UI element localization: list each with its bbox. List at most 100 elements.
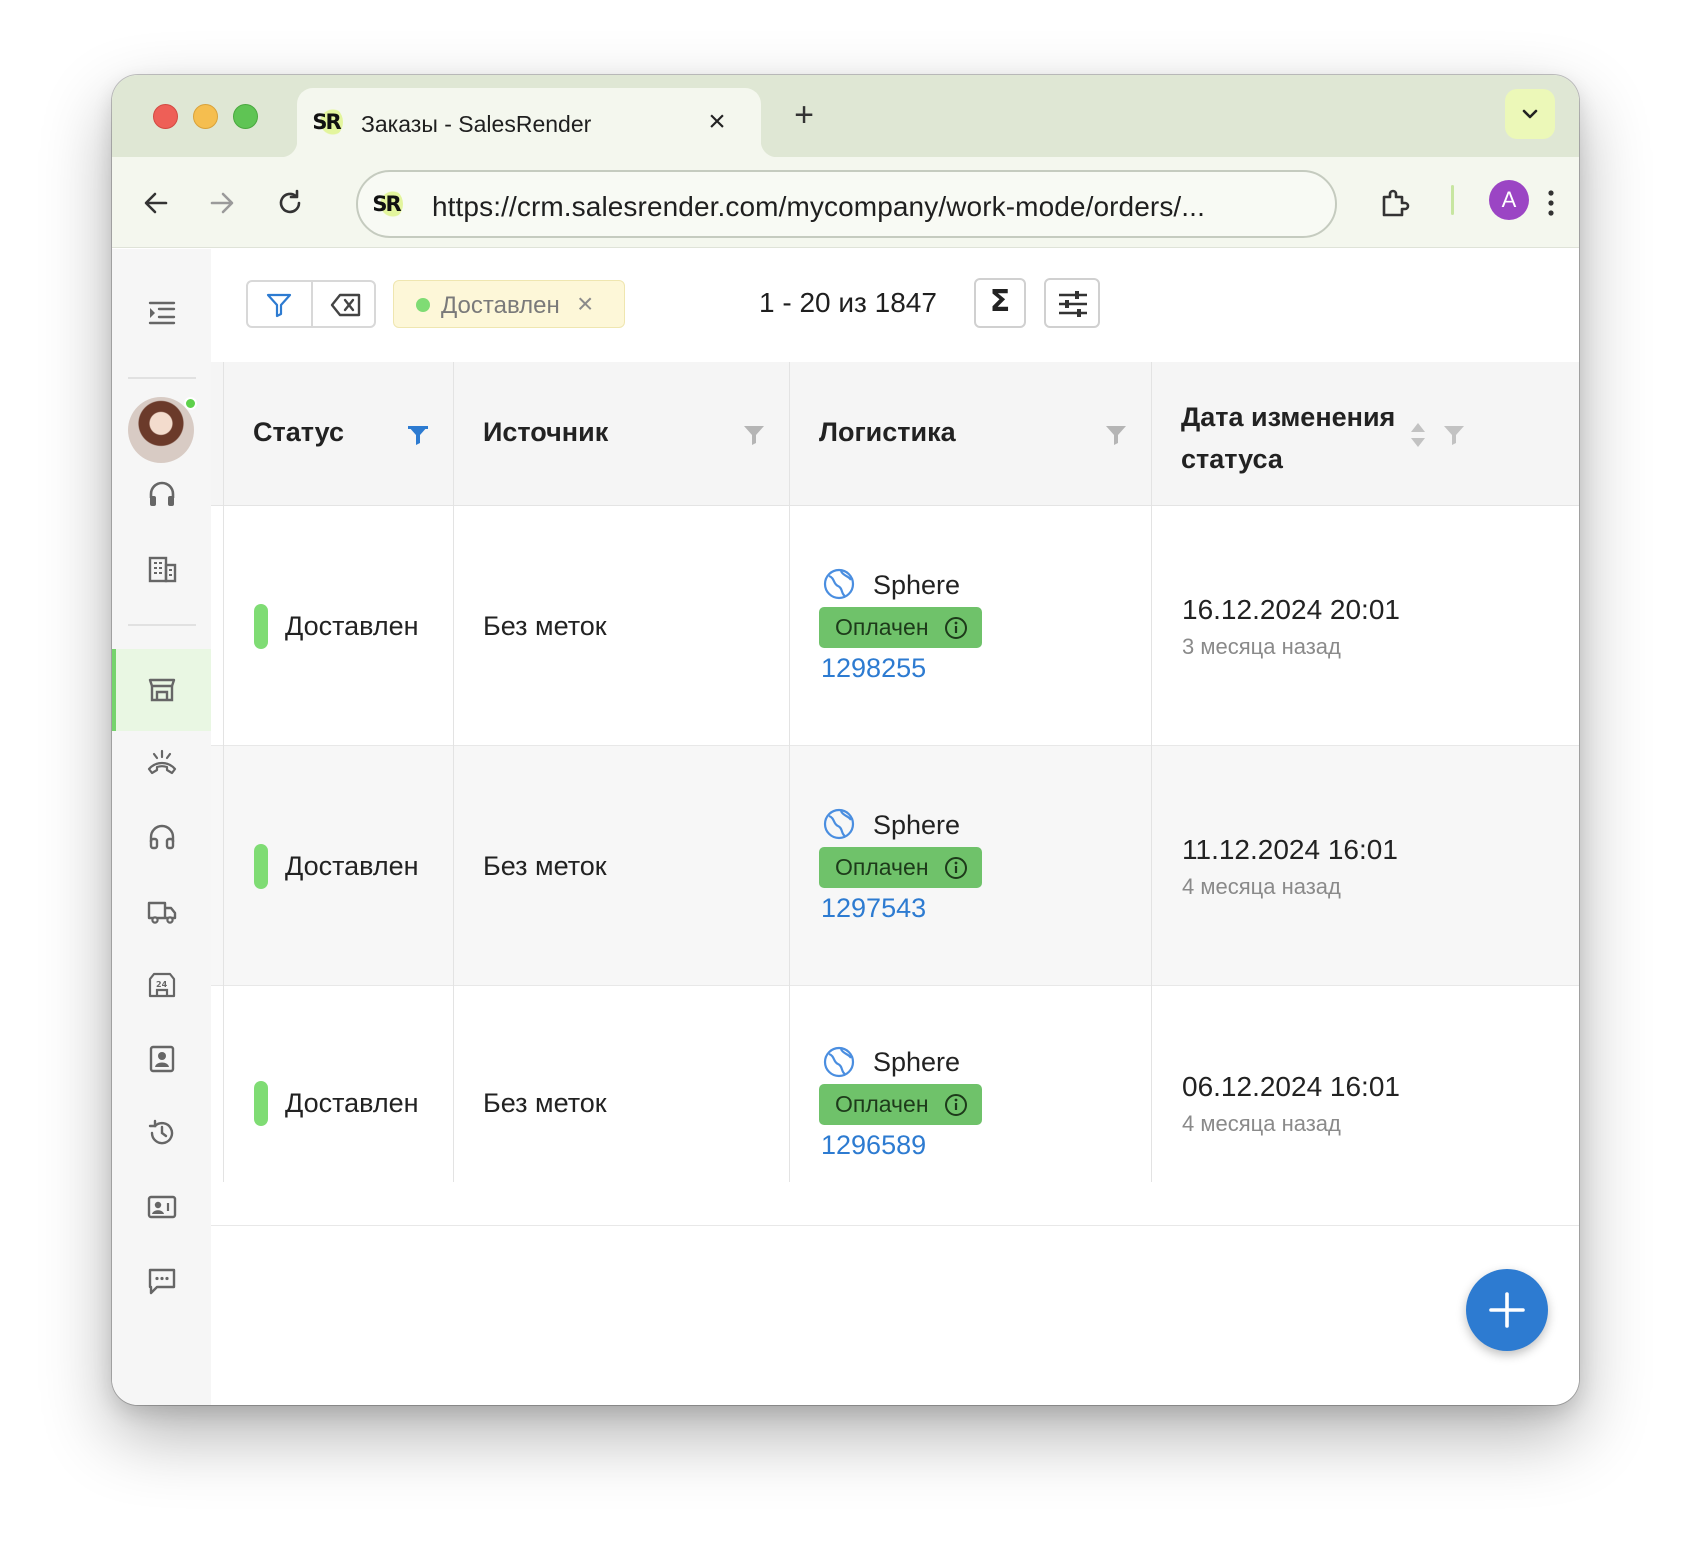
url-text[interactable]: https://crm.salesrender.com/mycompany/wo… xyxy=(432,191,1205,223)
tab-search-button[interactable] xyxy=(1505,89,1555,139)
logistics-name: Sphere xyxy=(873,570,961,600)
site-logo-icon: SR xyxy=(369,187,403,221)
minimize-window-button[interactable] xyxy=(193,104,218,129)
close-icon[interactable]: × xyxy=(577,288,593,320)
order-number-link[interactable]: 1296589 xyxy=(821,1130,926,1161)
close-window-button[interactable] xyxy=(153,104,178,129)
sidebar-item-support[interactable] xyxy=(137,470,187,520)
menu-toggle-button[interactable] xyxy=(137,288,187,338)
sphere-logo-icon xyxy=(823,1046,855,1078)
column-source[interactable]: Источник xyxy=(453,362,789,506)
sidebar-item-contacts[interactable] xyxy=(137,1034,187,1084)
status-dot xyxy=(416,298,430,312)
filter-icon[interactable] xyxy=(1105,424,1127,446)
address-bar[interactable]: SR https://crm.salesrender.com/mycompany… xyxy=(356,170,1337,238)
status-indicator xyxy=(254,604,268,649)
payment-status-label: Оплачен xyxy=(835,1091,929,1117)
add-order-button[interactable] xyxy=(1466,1269,1548,1351)
payment-status-badge: Оплачен xyxy=(819,1084,982,1125)
column-divider xyxy=(1151,362,1152,1182)
table-row[interactable]: Доставлен Без меток Sphere Оплачен 12982… xyxy=(211,506,1579,746)
sidebar-divider xyxy=(128,377,196,379)
profile-avatar[interactable]: A xyxy=(1489,180,1529,220)
extension-icon xyxy=(1382,189,1410,217)
clear-filters-button[interactable] xyxy=(313,282,376,326)
sidebar-item-24h-store[interactable]: 24 xyxy=(137,960,187,1010)
forward-button[interactable] xyxy=(197,178,247,228)
menu-indent-icon xyxy=(148,301,176,325)
extensions-button[interactable] xyxy=(1368,178,1418,228)
backspace-icon xyxy=(330,293,361,317)
table-row[interactable]: Доставлен Без меток Sphere Оплачен 12965… xyxy=(211,986,1579,1226)
info-icon[interactable] xyxy=(944,616,968,640)
sphere-logo-icon xyxy=(823,568,855,600)
payment-status-label: Оплачен xyxy=(835,614,929,640)
payment-status-badge: Оплачен xyxy=(819,847,982,888)
source-cell: Без меток xyxy=(483,851,607,881)
sidebar-item-chat[interactable] xyxy=(137,1256,187,1306)
browser-window: SR Заказы - SalesRender × + SR https://c… xyxy=(112,75,1579,1405)
open-filters-button[interactable] xyxy=(248,282,311,326)
column-divider xyxy=(223,362,224,1182)
payment-status-badge: Оплачен xyxy=(819,607,982,648)
forward-icon xyxy=(210,192,234,214)
contact-phone-icon xyxy=(147,1195,177,1219)
column-logistics[interactable]: Логистика xyxy=(789,362,1151,506)
toolbar-divider xyxy=(1451,185,1454,215)
payment-status-label: Оплачен xyxy=(835,854,929,880)
column-title: Дата изменения статуса xyxy=(1181,402,1396,474)
filter-active-icon[interactable] xyxy=(407,424,429,446)
close-icon[interactable]: × xyxy=(697,102,737,142)
svg-text:24: 24 xyxy=(156,980,168,989)
sort-icon[interactable] xyxy=(1409,421,1427,449)
sidebar-item-companies[interactable] xyxy=(137,544,187,594)
sidebar-item-calls[interactable] xyxy=(137,738,187,788)
plus-icon[interactable]: + xyxy=(784,95,824,135)
browser-menu-button[interactable] xyxy=(1526,178,1576,228)
browser-toolbar: SR https://crm.salesrender.com/mycompany… xyxy=(112,157,1579,248)
status-cell: Доставлен xyxy=(285,851,419,881)
column-status-date[interactable]: Дата изменения статуса xyxy=(1151,362,1579,506)
status-cell: Доставлен xyxy=(285,1088,419,1118)
column-status[interactable]: Статус xyxy=(223,362,453,506)
status-date: 16.12.2024 20:01 xyxy=(1182,594,1400,625)
active-filter-chip[interactable]: Доставлен × xyxy=(393,280,625,328)
salesrender-logo-icon: SR xyxy=(309,105,343,139)
source-cell: Без меток xyxy=(483,1088,607,1118)
reload-button[interactable] xyxy=(265,178,315,228)
sidebar-item-history[interactable] xyxy=(137,1108,187,1158)
sidebar-item-delivery[interactable] xyxy=(137,886,187,936)
online-status-dot xyxy=(184,397,197,410)
logistics-name: Sphere xyxy=(873,1047,961,1077)
filter-icon[interactable] xyxy=(743,424,765,446)
filter-icon[interactable] xyxy=(1443,424,1465,446)
back-icon xyxy=(144,192,168,214)
app-sidebar: 24 xyxy=(112,249,211,1405)
table-row[interactable]: Доставлен Без меток Sphere Оплачен 12975… xyxy=(211,746,1579,986)
truck-icon xyxy=(147,901,177,924)
sidebar-item-operators[interactable] xyxy=(137,812,187,862)
info-icon[interactable] xyxy=(944,856,968,880)
column-title: Статус xyxy=(253,417,344,447)
column-settings-button[interactable] xyxy=(1044,278,1100,328)
status-date-relative: 4 месяца назад xyxy=(1182,1111,1341,1136)
contact-card-icon xyxy=(149,1045,175,1073)
filter-button-group xyxy=(246,280,376,328)
history-icon xyxy=(148,1119,174,1145)
back-button[interactable] xyxy=(131,178,181,228)
store-24-icon: 24 xyxy=(148,972,176,998)
info-icon[interactable] xyxy=(944,1093,968,1117)
tab-title: Заказы - SalesRender xyxy=(361,111,592,137)
tab-orders[interactable]: SR Заказы - SalesRender × xyxy=(281,88,777,157)
reload-icon xyxy=(279,189,301,214)
maximize-window-button[interactable] xyxy=(233,104,258,129)
order-number-link[interactable]: 1297543 xyxy=(821,893,926,924)
table-header: Статус Источник Логистика Дата изменения… xyxy=(211,362,1579,506)
sidebar-item-orders[interactable] xyxy=(137,664,187,714)
sliders-icon xyxy=(1059,291,1087,317)
order-number-link[interactable]: 1298255 xyxy=(821,653,926,684)
kebab-menu-icon xyxy=(1548,190,1554,216)
totals-button[interactable]: Σ xyxy=(974,278,1026,328)
column-title: Логистика xyxy=(819,417,956,447)
sidebar-item-clients[interactable] xyxy=(137,1182,187,1232)
